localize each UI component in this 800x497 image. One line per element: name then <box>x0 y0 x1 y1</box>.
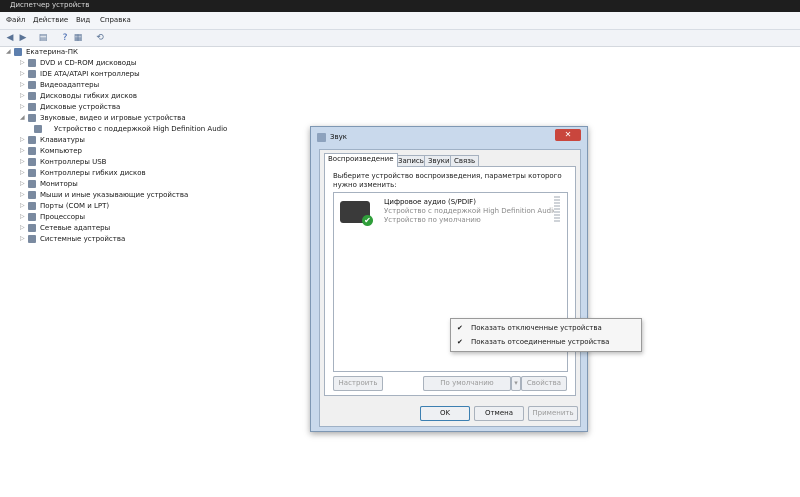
device-name: Цифровое аудио (S/PDIF) <box>384 198 476 206</box>
tree-item-label: Контроллеры USB <box>40 158 107 166</box>
device-prompt: Выберите устройство воспроизведения, пар… <box>333 172 562 189</box>
close-button[interactable]: ✕ <box>555 129 581 141</box>
expand-arrow-icon[interactable]: ▷ <box>20 179 26 189</box>
tree-item-label: Контроллеры гибких дисков <box>40 169 146 177</box>
menu-bar: Файл Действие Вид Справка <box>0 12 800 30</box>
tree-item-label: Мониторы <box>40 180 78 188</box>
help-icon[interactable]: ? <box>60 33 70 43</box>
expand-arrow-icon[interactable]: ▷ <box>20 102 26 112</box>
network-icon <box>28 224 36 232</box>
floppy-icon <box>28 92 36 100</box>
tree-item-label: Видеоадаптеры <box>40 81 100 89</box>
tree-item-label: Устройство с поддержкой High Definition … <box>54 125 228 133</box>
list-icon[interactable]: ▦ <box>73 33 83 43</box>
menu-item-label: Показать отсоединенные устройства <box>471 338 610 346</box>
configure-button[interactable]: Настроить <box>333 376 383 391</box>
tree-root-label: Екатерина-ПК <box>26 48 78 56</box>
ide-icon <box>28 70 36 78</box>
tree-item-label: Порты (COM и LPT) <box>40 202 110 210</box>
computer-icon <box>28 147 36 155</box>
expand-arrow-icon[interactable]: ▷ <box>20 190 26 200</box>
default-check-icon: ✔ <box>362 215 373 226</box>
scan-icon[interactable]: ⟲ <box>95 33 105 43</box>
cpu-icon <box>28 213 36 221</box>
dvd-icon <box>28 59 36 67</box>
tree-item-label: Звуковые, видео и игровые устройства <box>40 114 186 122</box>
expand-arrow-icon[interactable]: ▷ <box>20 201 26 211</box>
set-default-button[interactable]: По умолчанию <box>423 376 511 391</box>
expand-arrow-icon[interactable]: ▷ <box>20 157 26 167</box>
menu-item-label: Показать отключенные устройства <box>471 324 602 332</box>
properties-button[interactable]: Свойства <box>521 376 567 391</box>
port-icon <box>28 202 36 210</box>
menu-file[interactable]: Файл <box>6 16 25 24</box>
collapse-arrow-icon[interactable]: ◢ <box>20 113 26 123</box>
menu-help[interactable]: Справка <box>100 16 131 24</box>
tree-item-label: Сетевые адаптеры <box>40 224 111 232</box>
speaker-icon <box>34 125 42 133</box>
properties-icon[interactable]: ▤ <box>38 33 48 43</box>
tree-item-label: Процессоры <box>40 213 86 221</box>
tree-item-label: Системные устройства <box>40 235 126 243</box>
dialog-title: Звук <box>330 133 347 141</box>
menu-view[interactable]: Вид <box>76 16 90 24</box>
expand-arrow-icon[interactable]: ▷ <box>20 69 26 79</box>
menu-show-disconnected[interactable]: ✔ Показать отсоединенные устройства <box>451 335 641 349</box>
ok-button[interactable]: OK <box>420 406 470 421</box>
tree-item-label: IDE ATA/ATAPI контроллеры <box>40 70 140 78</box>
tree-item-label: Компьютер <box>40 147 82 155</box>
window-titlebar: Диспетчер устройств <box>0 0 800 12</box>
tree-item-label: Дисководы гибких дисков <box>40 92 137 100</box>
cancel-button[interactable]: Отмена <box>474 406 524 421</box>
menu-action[interactable]: Действие <box>33 16 68 24</box>
usb-icon <box>28 158 36 166</box>
checkmark-icon: ✔ <box>457 324 463 332</box>
menu-show-disabled[interactable]: ✔ Показать отключенные устройства <box>451 321 641 335</box>
expand-arrow-icon[interactable]: ▷ <box>20 212 26 222</box>
computer-root-icon <box>14 48 22 56</box>
tree-item-label: DVD и CD-ROM дисководы <box>40 59 137 67</box>
display-adapter-icon <box>28 81 36 89</box>
forward-icon[interactable]: ▶ <box>18 33 28 43</box>
sound-dialog-icon <box>317 133 326 142</box>
dialog-panel: Воспроизведение Запись Звуки Связь Выбер… <box>319 149 581 427</box>
context-menu: ✔ Показать отключенные устройства ✔ Пока… <box>450 318 642 352</box>
back-icon[interactable]: ◀ <box>5 33 15 43</box>
set-default-dropdown[interactable]: ▾ <box>511 376 521 391</box>
toolbar: ◀ ▶ ▤ ? ▦ ⟲ <box>0 30 800 47</box>
expand-arrow-icon[interactable]: ▷ <box>20 223 26 233</box>
dialog-caption: Звук <box>315 130 583 144</box>
expand-arrow-icon[interactable]: ▷ <box>20 80 26 90</box>
apply-button[interactable]: Применить <box>528 406 578 421</box>
keyboard-icon <box>28 136 36 144</box>
sound-icon <box>28 114 36 122</box>
window-title: Диспетчер устройств <box>10 1 90 9</box>
sound-dialog: Звук ✕ Воспроизведение Запись Звуки Связ… <box>310 126 588 432</box>
level-meter <box>554 196 560 222</box>
system-icon <box>28 235 36 243</box>
expand-arrow-icon[interactable]: ▷ <box>20 135 26 145</box>
checkmark-icon: ✔ <box>457 338 463 346</box>
mouse-icon <box>28 191 36 199</box>
floppy-controller-icon <box>28 169 36 177</box>
tab-playback[interactable]: Воспроизведение <box>324 153 398 167</box>
expand-arrow-icon[interactable]: ▷ <box>20 234 26 244</box>
monitor-icon <box>28 180 36 188</box>
expand-arrow-icon[interactable]: ▷ <box>20 58 26 68</box>
tree-item-label: Клавиатуры <box>40 136 85 144</box>
device-item[interactable]: ✔ Цифровое аудио (S/PDIF) Устройство с п… <box>334 193 567 233</box>
disk-icon <box>28 103 36 111</box>
device-description: Устройство с поддержкой High Definition … <box>384 207 558 215</box>
tree-item-label: Мыши и иные указывающие устройства <box>40 191 189 199</box>
expand-arrow-icon[interactable]: ▷ <box>20 91 26 101</box>
expand-arrow-icon[interactable]: ▷ <box>20 168 26 178</box>
expand-arrow-icon[interactable]: ▷ <box>20 146 26 156</box>
tree-item-label: Дисковые устройства <box>40 103 121 111</box>
device-status: Устройство по умолчанию <box>384 216 481 224</box>
collapse-arrow-icon[interactable]: ◢ <box>6 47 12 57</box>
playback-tab-body: Выберите устройство воспроизведения, пар… <box>324 166 576 396</box>
chevron-down-icon: ▾ <box>514 379 518 387</box>
